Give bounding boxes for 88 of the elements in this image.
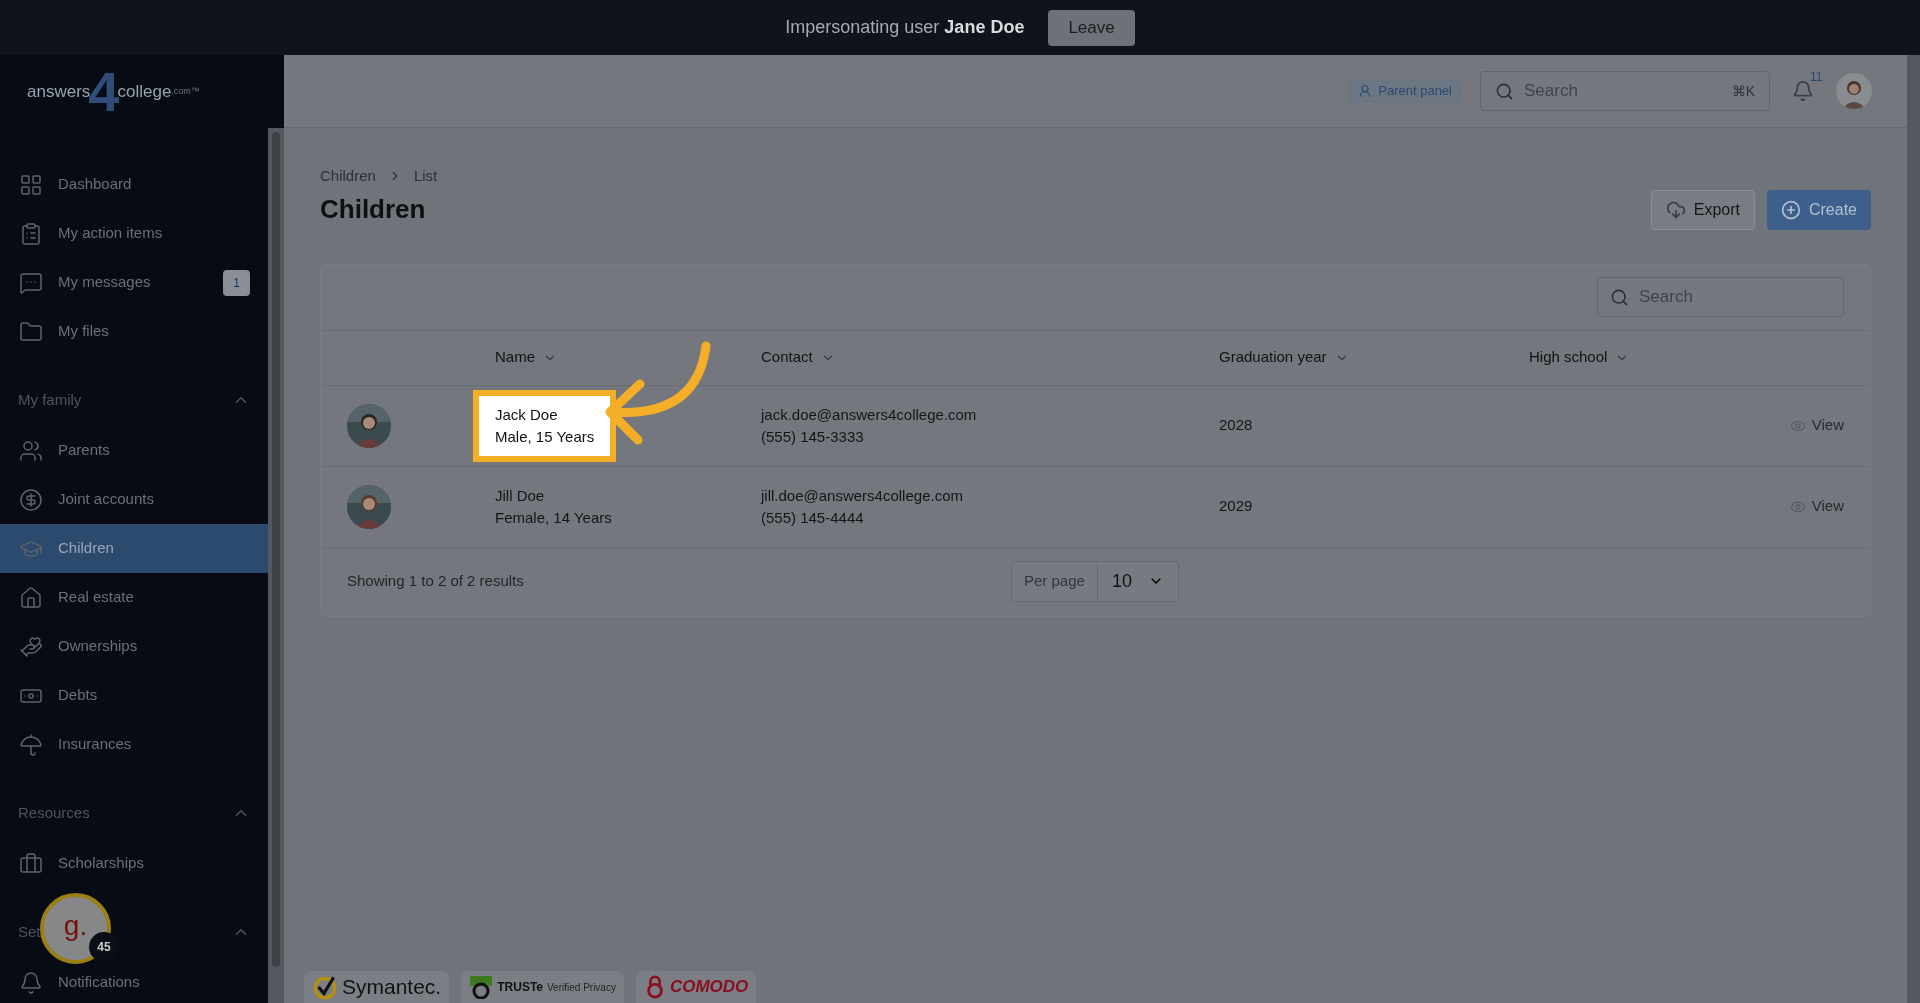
column-header[interactable]: Name [495,346,557,369]
grid-icon [19,172,43,197]
sidebar-label: My action items [58,223,164,244]
count-badge: 1 [223,269,250,296]
logo-suffix: .com™ [171,84,200,96]
sidebar-label: My files [58,321,110,342]
sidebar-label: Joint accounts [58,489,155,510]
dollar-icon [19,487,43,512]
sidebar-item[interactable]: My action items [0,209,268,258]
sidebar-label: Scholarships [58,853,145,874]
sidebar-label: Children [58,538,115,559]
trust-badge[interactable]: COMODO [635,971,757,1003]
sidebar-item[interactable]: Parents [0,426,268,475]
badge-name: Symantec. [342,974,442,1001]
email: jill.doe@answers4college.com [761,485,964,506]
umbrella-icon [19,732,43,757]
notification-count: 11 [1810,69,1823,86]
breadcrumb-current: List [413,166,438,186]
bell-icon [19,970,43,995]
results-summary: Showing 1 to 2 of 2 results [347,571,524,592]
column-header[interactable]: High school [1529,346,1630,369]
sidebar-label: Dashboard [58,174,133,195]
sidebar-label: Insurances [58,734,133,755]
sidebar-item[interactable]: Dashboard [0,160,268,209]
view-link[interactable]: View [1789,495,1844,518]
sidebar-item[interactable]: Joint accounts [0,475,268,524]
child-name: Jill Doe [495,485,546,506]
impersonation-text: Impersonating user Jane Doe [785,16,1025,39]
search-icon [1495,81,1514,101]
sidebar-label: Notifications [58,972,141,993]
create-button[interactable]: Create [1766,189,1871,230]
sidebar-label: Real estate [58,587,135,608]
child-details: Male, 15 Years [495,426,595,447]
folder-icon [19,319,43,344]
briefcase-icon [19,851,43,876]
checkmark-icon [312,974,338,1000]
export-button[interactable]: Export [1650,189,1755,230]
email: jack.doe@answers4college.com [761,404,978,425]
person-icon [1358,84,1373,98]
per-page-label: Per page [1012,561,1098,601]
shortcut-hint: ⌘K [1731,81,1755,101]
sidebar-label: Ownerships [58,636,139,657]
badge-name: TRUSTe [497,979,543,996]
graduation-year: 2028 [1219,415,1253,436]
column-header[interactable]: Graduation year [1219,346,1349,369]
view-link[interactable]: View [1789,414,1844,437]
search-icon [1610,287,1629,307]
section-title: Set [18,921,41,942]
badge-caption: Verified Privacy [547,980,616,995]
sidebar-item[interactable]: Debts [0,671,268,720]
phone: (555) 145-3333 [761,426,865,447]
page-title: Children [320,193,426,226]
widget-letter: g. [63,908,88,943]
avatar[interactable] [1836,73,1872,109]
scrollbar-track[interactable] [1907,55,1920,1003]
logo-number: 4 [88,63,120,120]
sidebar-item[interactable]: Insurances [0,720,268,769]
graduation-year: 2029 [1219,496,1253,517]
trust-badge[interactable]: Symantec. [304,971,450,1003]
sidebar-label: Debts [58,685,99,706]
house-icon [19,585,43,610]
sidebar-item[interactable]: Ownerships [0,622,268,671]
hand-icon [19,634,43,659]
per-page-value: 10 [1111,569,1132,593]
section-title: Resources [18,802,90,823]
breadcrumb-link[interactable]: Children [320,165,376,188]
sidebar-item[interactable]: Children [0,524,268,573]
sidebar-label: My messages [58,272,152,293]
badge-name: COMODO [669,976,749,999]
trust-badge[interactable]: TRUSTe Verified Privacy [461,971,624,1003]
phone: (555) 145-4444 [761,507,865,528]
cloud-download-icon [1665,199,1686,220]
column-header[interactable]: Contact [761,346,835,369]
leave-button[interactable]: Leave [1048,9,1135,46]
bell-icon[interactable] [1792,80,1814,102]
child-details: Female, 14 Years [495,507,612,528]
section-title: My family [18,389,82,410]
sidebar-item[interactable]: Scholarships [0,839,268,888]
sidebar-item[interactable]: My messages 1 [0,258,268,307]
people-icon [19,438,43,463]
child-name: Jack Doe [495,404,559,425]
sidebar-label: Parents [58,440,111,461]
plus-icon [1780,199,1801,220]
sidebar-item[interactable]: My files [0,307,268,356]
chat-icon [19,270,43,295]
clipboard-icon [19,221,43,246]
sidebar-item[interactable]: Real estate [0,573,268,622]
per-page-select[interactable]: Per page 10 [1011,560,1179,602]
